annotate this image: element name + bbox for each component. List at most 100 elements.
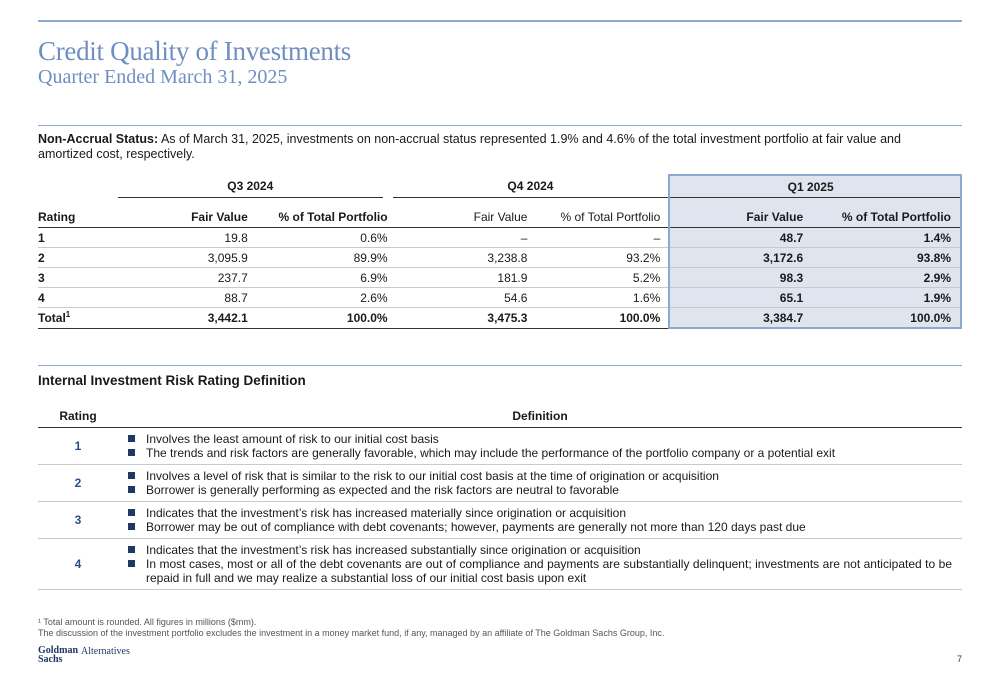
table-row: 4 88.7 2.6% 54.6 1.6% 65.1 1.9% xyxy=(38,287,962,308)
bullet-item: Borrower may be out of compliance with d… xyxy=(128,520,952,534)
section-title: Internal Investment Risk Rating Definiti… xyxy=(38,373,306,388)
footnote-2: The discussion of the investment portfol… xyxy=(38,628,665,638)
definition-cell: Indicates that the investment’s risk has… xyxy=(118,538,962,590)
definition-row: 3 Indicates that the investment’s risk h… xyxy=(38,501,962,539)
q3-pct-cell: 0.6% xyxy=(247,227,388,248)
col-q3-pct: % of Total Portfolio xyxy=(247,206,388,228)
non-accrual-text: As of March 31, 2025, investments on non… xyxy=(38,132,901,161)
definition-row: 2 Involves a level of risk that is simil… xyxy=(38,464,962,502)
square-bullet-icon xyxy=(128,509,135,516)
q4-fv-total: 3,475.3 xyxy=(387,307,528,329)
bullet-item: Involves the least amount of risk to our… xyxy=(128,432,952,446)
bullet-item: Involves a level of risk that is similar… xyxy=(128,469,952,483)
q1-pct-total: 100.0% xyxy=(803,307,962,329)
q1-pct-cell: 1.9% xyxy=(803,287,962,308)
square-bullet-icon xyxy=(128,435,135,442)
bullet-item: Borrower is generally performing as expe… xyxy=(128,483,952,497)
definition-cell: Involves a level of risk that is similar… xyxy=(118,464,962,502)
total-row: Total1 3,442.1 100.0% 3,475.3 100.0% 3,3… xyxy=(38,307,962,329)
square-bullet-icon xyxy=(128,472,135,479)
q1-fv-cell: 98.3 xyxy=(668,267,804,288)
rating-cell: 2 xyxy=(38,247,118,268)
q3-pct-cell: 2.6% xyxy=(247,287,388,308)
footnote-1: ¹ Total amount is rounded. All figures i… xyxy=(38,617,257,627)
non-accrual-label: Non-Accrual Status: xyxy=(38,132,159,146)
total-label-cell: Total1 xyxy=(38,307,118,329)
table-row: 2 3,095.9 89.9% 3,238.8 93.2% 3,172.6 93… xyxy=(38,247,962,268)
total-label: Total xyxy=(38,311,66,326)
top-rule xyxy=(38,20,962,22)
credit-quality-table: Q3 2024 Q4 2024 Q1 2025 Rating Fair Valu… xyxy=(38,174,962,329)
q4-pct-cell: – xyxy=(527,227,670,248)
col-q4-pct: % of Total Portfolio xyxy=(527,206,670,228)
q1-pct-cell: 93.8% xyxy=(803,247,962,268)
q3-fv-total: 3,442.1 xyxy=(117,307,248,329)
quarter-header-row: Q3 2024 Q4 2024 Q1 2025 xyxy=(38,174,962,198)
bullet-text: Involves the least amount of risk to our… xyxy=(146,432,439,446)
q1-pct-cell: 2.9% xyxy=(803,267,962,288)
col-q1-pct: % of Total Portfolio xyxy=(803,206,962,228)
rating-number: 3 xyxy=(38,501,118,539)
column-header-row: Rating Fair Value % of Total Portfolio F… xyxy=(38,206,962,228)
col-q4-fair-value: Fair Value xyxy=(387,206,528,228)
square-bullet-icon xyxy=(128,486,135,493)
bullet-text: Indicates that the investment’s risk has… xyxy=(146,506,627,520)
square-bullet-icon xyxy=(128,560,135,567)
definition-cell: Involves the least amount of risk to our… xyxy=(118,427,962,465)
q4-pct-cell: 1.6% xyxy=(527,287,670,308)
q1-fv-cell: 3,172.6 xyxy=(668,247,804,268)
bullet-text: Indicates that the investment’s risk has… xyxy=(146,543,641,557)
square-bullet-icon xyxy=(128,449,135,456)
rating-number: 4 xyxy=(38,538,118,590)
square-bullet-icon xyxy=(128,546,135,553)
page-subtitle: Quarter Ended March 31, 2025 xyxy=(38,66,288,88)
bullet-text: The trends and risk factors are generall… xyxy=(146,446,836,460)
bullet-item: Indicates that the investment’s risk has… xyxy=(128,506,952,520)
definition-cell: Indicates that the investment’s risk has… xyxy=(118,501,962,539)
definition-row: 1 Involves the least amount of risk to o… xyxy=(38,427,962,465)
q1-pct-cell: 1.4% xyxy=(803,227,962,248)
brand-wordmark: Goldman Sachs xyxy=(38,645,79,665)
definition-row: 4 Indicates that the investment’s risk h… xyxy=(38,538,962,590)
q3-pct-cell: 6.9% xyxy=(247,267,388,288)
division-name: Alternatives xyxy=(81,646,130,657)
bullet-text: In most cases, most or all of the debt c… xyxy=(146,557,952,585)
bullet-item: Indicates that the investment’s risk has… xyxy=(128,543,952,557)
bullet-text: Involves a level of risk that is similar… xyxy=(146,469,719,483)
group-q3-2024: Q3 2024 xyxy=(117,175,388,198)
q3-fv-cell: 19.8 xyxy=(117,227,248,248)
risk-rating-definition-table: Rating Definition 1 Involves the least a… xyxy=(38,405,962,590)
footnote-marker: 1 xyxy=(65,310,71,320)
col-q1-fair-value: Fair Value xyxy=(668,206,804,228)
bullet-item: In most cases, most or all of the debt c… xyxy=(128,557,952,585)
empty-cell xyxy=(38,175,118,198)
table-row: 1 19.8 0.6% – – 48.7 1.4% xyxy=(38,227,962,248)
q4-fv-cell: 3,238.8 xyxy=(387,247,528,268)
bullet-text: Borrower is generally performing as expe… xyxy=(146,483,619,497)
bullet-text: Borrower may be out of compliance with d… xyxy=(146,520,806,534)
square-bullet-icon xyxy=(128,523,135,530)
col-definition: Definition xyxy=(118,405,962,428)
rating-cell: 1 xyxy=(38,227,118,248)
q1-fv-total: 3,384.7 xyxy=(668,307,804,329)
col-rating: Rating xyxy=(38,405,118,428)
group-q4-2024: Q4 2024 xyxy=(382,175,670,198)
rating-cell: 4 xyxy=(38,287,118,308)
q1-fv-cell: 48.7 xyxy=(668,227,804,248)
q3-fv-cell: 88.7 xyxy=(117,287,248,308)
q3-fv-cell: 237.7 xyxy=(117,267,248,288)
q4-pct-cell: 93.2% xyxy=(527,247,670,268)
q4-fv-cell: 181.9 xyxy=(387,267,528,288)
group-q1-2025: Q1 2025 xyxy=(668,174,962,198)
col-rating: Rating xyxy=(38,206,118,228)
non-accrual-note: Non-Accrual Status: As of March 31, 2025… xyxy=(38,132,943,162)
q1-fv-cell: 65.1 xyxy=(668,287,804,308)
q4-fv-cell: 54.6 xyxy=(387,287,528,308)
definition-header-row: Rating Definition xyxy=(38,405,962,428)
page-title: Credit Quality of Investments xyxy=(38,36,351,66)
rating-number: 1 xyxy=(38,427,118,465)
q3-pct-cell: 89.9% xyxy=(247,247,388,268)
q4-pct-total: 100.0% xyxy=(527,307,670,329)
section-rule-2 xyxy=(38,365,962,366)
q4-fv-cell: – xyxy=(387,227,528,248)
